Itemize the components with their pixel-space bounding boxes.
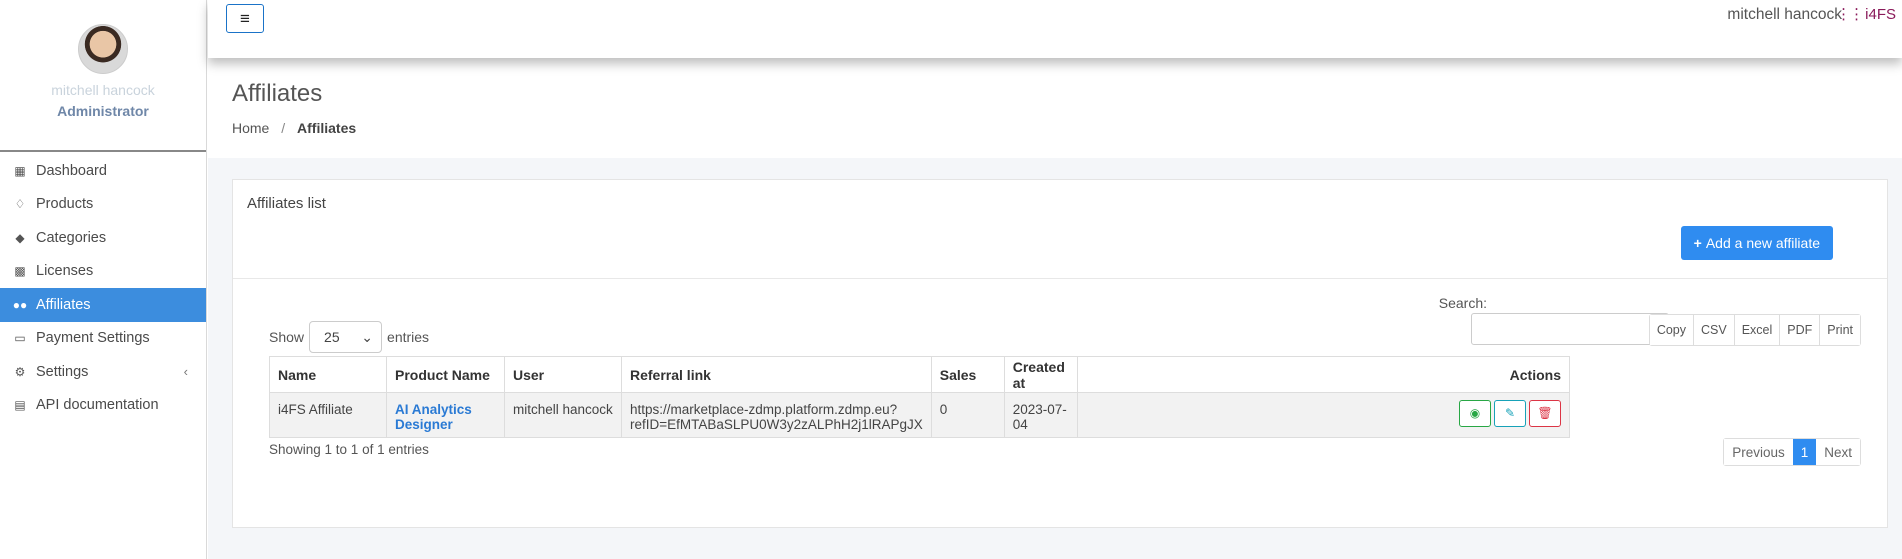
add-affiliate-label: Add a new affiliate xyxy=(1705,235,1820,251)
breadcrumb-separator: / xyxy=(281,120,286,136)
sidebar-item-label: Dashboard xyxy=(36,162,107,179)
sidebar-item-affiliates[interactable]: ●● Affiliates xyxy=(0,288,206,322)
sidebar-user-name: mitchell hancock xyxy=(51,82,155,98)
print-button[interactable]: Print xyxy=(1820,315,1860,345)
table-info: Showing 1 to 1 of 1 entries xyxy=(269,442,429,457)
copy-button[interactable]: Copy xyxy=(1649,315,1695,345)
dashboard-icon: ▦ xyxy=(14,163,26,178)
sidebar-item-licenses[interactable]: ▩ Licenses xyxy=(0,255,206,289)
page-title: Affiliates xyxy=(232,80,323,107)
cell-created-at: 2023-07-04 xyxy=(1003,392,1078,438)
column-header-referral-link[interactable]: Referral link xyxy=(621,356,932,393)
sidebar-nav: ▦ Dashboard ♢ Products ◆ Categories ▩ Li… xyxy=(0,154,206,422)
users-icon: ●● xyxy=(12,297,28,312)
diamond-icon: ♢ xyxy=(14,197,26,212)
column-header-actions: Actions xyxy=(1076,356,1571,393)
hamburger-icon: ≡ xyxy=(240,8,250,28)
breadcrumb-home[interactable]: Home xyxy=(232,120,269,136)
sidebar-item-dashboard[interactable]: ▦ Dashboard xyxy=(0,154,206,188)
sidebar-item-categories[interactable]: ◆ Categories xyxy=(0,221,206,255)
product-link-line1: AI Analytics xyxy=(395,402,472,417)
column-header-sales[interactable]: Sales xyxy=(930,356,1005,393)
sidebar-item-products[interactable]: ♢ Products xyxy=(0,188,206,222)
cell-referral-link: https://marketplace-zdmp.platform.zdmp.e… xyxy=(621,392,932,438)
top-navbar: ≡ mitchell hancock ⋮⋮ i4FS xyxy=(208,0,1902,58)
entries-label: entries xyxy=(387,329,430,345)
sidebar-item-label: Settings xyxy=(36,363,89,380)
search-label: Search: xyxy=(1438,295,1487,311)
sidebar-item-settings[interactable]: ⚙ Settings ‹ xyxy=(0,355,206,389)
plus-icon: + xyxy=(1693,235,1702,251)
sidebar-item-payment-settings[interactable]: ▭ Payment Settings xyxy=(0,322,206,356)
affiliates-table: Name Product Name User Referral link Sal… xyxy=(269,356,1571,438)
column-header-created-at[interactable]: Created at xyxy=(1003,356,1078,393)
page-header: Affiliates Home / Affiliates xyxy=(208,58,1902,158)
delete-button[interactable]: 🗑 xyxy=(1529,400,1561,427)
card-title: Affiliates list xyxy=(247,195,326,212)
cell-sales: 0 xyxy=(930,392,1005,438)
cell-name: i4FS Affiliate xyxy=(269,392,387,438)
excel-button[interactable]: Excel xyxy=(1734,315,1781,345)
sidebar-item-label: API documentation xyxy=(36,397,159,414)
referral-link-line2: refID=EfMTABaSLPU0W3y2zALPhH2j1lRAPgJX xyxy=(630,417,923,432)
eye-icon: ◉ xyxy=(1469,406,1481,420)
table-header-row: Name Product Name User Referral link Sal… xyxy=(269,356,1571,393)
column-header-name[interactable]: Name xyxy=(269,356,387,393)
chevron-down-icon: ⌄ xyxy=(361,328,374,345)
entries-select-value: 25 xyxy=(324,329,340,345)
csv-button[interactable]: CSV xyxy=(1694,315,1735,345)
product-link-line2: Designer xyxy=(395,417,453,432)
entries-length-control: Show 25 ⌄ entries xyxy=(269,321,429,353)
pdf-button[interactable]: PDF xyxy=(1780,315,1821,345)
sidebar-item-label: Payment Settings xyxy=(36,330,150,347)
tag-icon: ◆ xyxy=(15,230,25,245)
column-header-product-name[interactable]: Product Name xyxy=(386,356,505,393)
user-panel: mitchell hancock Administrator xyxy=(0,0,206,152)
trash-icon: 🗑 xyxy=(1537,406,1553,420)
sidebar-item-label: Affiliates xyxy=(36,296,91,313)
book-icon: ▤ xyxy=(14,398,26,413)
cell-product-name: AI Analytics Designer xyxy=(386,392,505,438)
referral-link-line1: https://marketplace-zdmp.platform.zdmp.e… xyxy=(630,402,898,417)
avatar[interactable] xyxy=(78,24,128,74)
add-affiliate-button[interactable]: + Add a new affiliate xyxy=(1680,226,1833,260)
main-content: Affiliates Home / Affiliates Affiliates … xyxy=(208,58,1902,559)
sidebar-item-label: Licenses xyxy=(36,263,94,280)
brand-logo: ⋮⋮ i4FS xyxy=(1836,5,1896,24)
edit-button[interactable]: ✎ xyxy=(1494,400,1526,427)
product-link[interactable]: AI Analytics Designer xyxy=(395,402,472,432)
table-row: i4FS Affiliate AI Analytics Designer mitc… xyxy=(269,392,1571,438)
credit-card-icon: ▭ xyxy=(14,331,26,346)
export-buttons: Copy CSV Excel PDF Print xyxy=(1648,314,1861,346)
breadcrumb: Home / Affiliates xyxy=(232,120,356,136)
next-page-button[interactable]: Next xyxy=(1816,439,1860,465)
pagination: Previous 1 Next xyxy=(1723,438,1861,466)
affiliates-card: Affiliates list + Add a new affiliate Sh… xyxy=(232,179,1888,528)
edit-icon: ✎ xyxy=(1504,406,1516,420)
breadcrumb-current: Affiliates xyxy=(297,120,357,136)
sidebar-item-api-documentation[interactable]: ▤ API documentation xyxy=(0,389,206,423)
sidebar-item-label: Products xyxy=(36,196,94,213)
search-input[interactable] xyxy=(1471,313,1669,345)
sidebar-item-label: Categories xyxy=(36,229,107,246)
view-button[interactable]: ◉ xyxy=(1459,400,1491,427)
brand-name: i4FS xyxy=(1865,5,1896,23)
card-header: Affiliates list + Add a new affiliate xyxy=(233,180,1887,279)
page-1-button[interactable]: 1 xyxy=(1792,439,1817,465)
logo-dots-icon: ⋮⋮ xyxy=(1836,6,1864,23)
sidebar: mitchell hancock Administrator ▦ Dashboa… xyxy=(0,0,207,559)
cogs-icon: ⚙ xyxy=(14,364,26,379)
top-user-name[interactable]: mitchell hancock xyxy=(1727,6,1842,24)
column-header-user[interactable]: User xyxy=(504,356,622,393)
cell-actions: ◉ ✎ 🗑 xyxy=(1076,392,1571,438)
menu-toggle-button[interactable]: ≡ xyxy=(226,4,264,33)
id-badge-icon: ▩ xyxy=(14,264,26,279)
previous-page-button[interactable]: Previous xyxy=(1724,439,1793,465)
sidebar-user-role: Administrator xyxy=(57,103,149,119)
entries-select[interactable]: 25 ⌄ xyxy=(309,321,383,353)
show-label: Show xyxy=(269,329,305,345)
chevron-left-icon: ‹ xyxy=(183,364,188,380)
cell-user: mitchell hancock xyxy=(504,392,622,438)
